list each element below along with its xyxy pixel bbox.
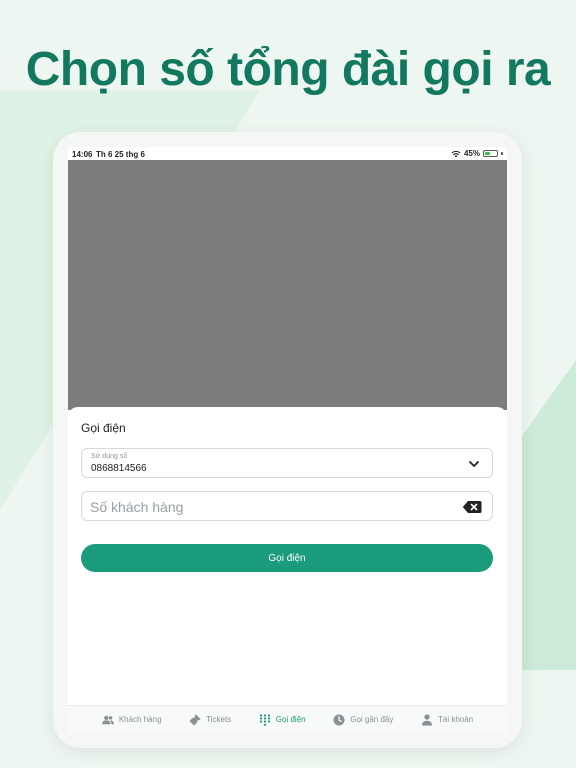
status-bar: 14:06 Th 6 25 thg 6 45% bbox=[68, 147, 507, 160]
tab-label: Tài khoản bbox=[438, 715, 474, 724]
status-time: 14:06 bbox=[72, 150, 93, 159]
line-select-value: 0868814566 bbox=[91, 463, 147, 474]
line-select[interactable]: Sử dụng số 0868814566 bbox=[81, 448, 493, 478]
call-sheet: Gọi điện Sử dụng số 0868814566 Gọi điện bbox=[68, 407, 507, 705]
battery-icon bbox=[483, 150, 498, 157]
tab-label: Khách hàng bbox=[118, 715, 162, 724]
clock-icon bbox=[333, 714, 345, 725]
customer-number-field[interactable] bbox=[81, 491, 493, 521]
status-indicators: 45% bbox=[451, 149, 503, 158]
tab-label: Gọi điện bbox=[275, 715, 306, 724]
person-icon bbox=[422, 713, 432, 725]
bottom-tab-bar: Khách hàng Tickets Gọi điện Gọi gần đây bbox=[68, 705, 507, 733]
people-icon bbox=[101, 715, 114, 724]
chevron-down-icon bbox=[469, 461, 479, 467]
app-screen: 14:06 Th 6 25 thg 6 45% Gọi điện Sử dụng… bbox=[68, 147, 507, 733]
tab-call[interactable]: Gọi điện bbox=[259, 713, 306, 726]
dialpad-icon bbox=[259, 713, 270, 726]
tab-account[interactable]: Tài khoản bbox=[421, 713, 474, 726]
battery-percent: 45% bbox=[463, 149, 480, 158]
backspace-icon[interactable] bbox=[462, 500, 482, 514]
tab-recent-calls[interactable]: Gọi gần đây bbox=[333, 714, 393, 726]
tab-customers[interactable]: Khách hàng bbox=[101, 714, 162, 726]
tab-label: Gọi gần đây bbox=[350, 715, 394, 724]
ticket-icon bbox=[189, 714, 201, 725]
status-date: Th 6 25 thg 6 bbox=[96, 150, 145, 159]
tab-tickets[interactable]: Tickets bbox=[189, 714, 231, 726]
call-button[interactable]: Gọi điện bbox=[81, 544, 493, 572]
wifi-icon bbox=[451, 150, 461, 157]
customer-number-input[interactable] bbox=[90, 497, 450, 517]
tab-label: Tickets bbox=[206, 715, 232, 724]
sheet-title: Gọi điện bbox=[81, 421, 126, 435]
modal-backdrop[interactable] bbox=[68, 160, 507, 410]
page-headline: Chọn số tổng đài gọi ra bbox=[25, 43, 551, 96]
line-select-label: Sử dụng số bbox=[91, 453, 128, 460]
